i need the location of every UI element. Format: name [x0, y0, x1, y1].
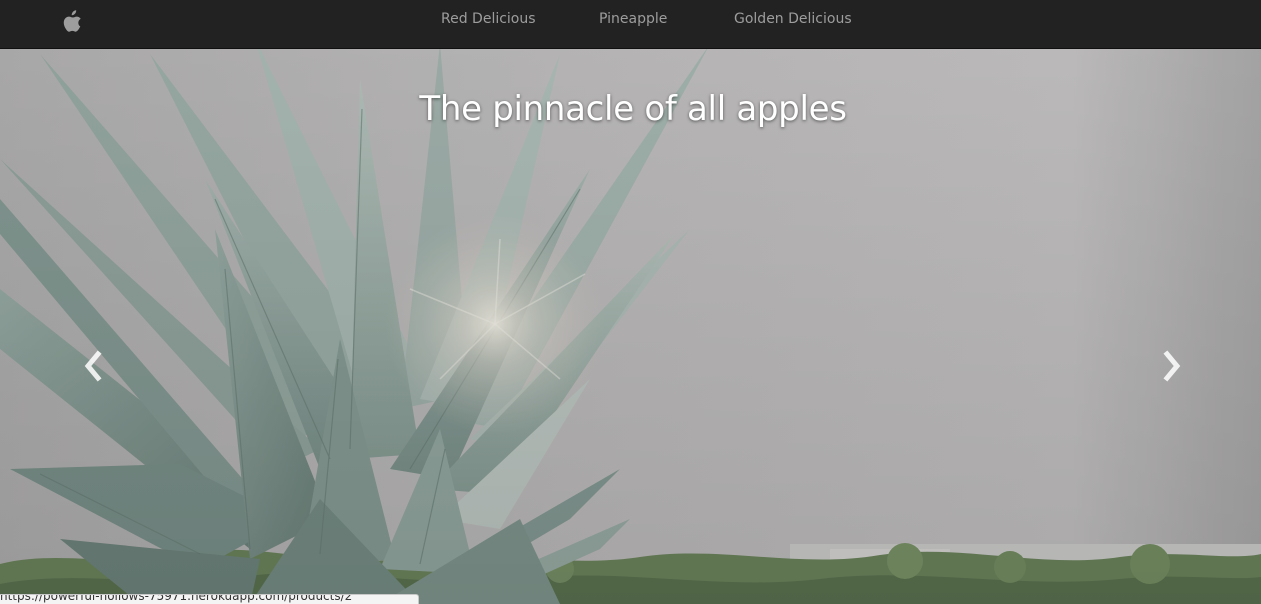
carousel-caption: The pinnacle of all apples — [419, 89, 847, 129]
chevron-right-icon — [1163, 350, 1181, 382]
chevron-left-icon — [84, 350, 102, 382]
nav-link-pineapple[interactable]: Pineapple — [599, 10, 667, 28]
nav-link-red-delicious[interactable]: Red Delicious — [441, 10, 536, 28]
browser-status-bar: https://powerful-hollows-75971.herokuapp… — [0, 594, 419, 604]
apple-icon — [63, 10, 81, 32]
carousel-prev-button[interactable] — [0, 49, 180, 604]
carousel-next-button[interactable] — [1081, 49, 1261, 604]
hero-carousel: The pinnacle of all apples — [0, 49, 1261, 604]
nav-link-golden-delicious[interactable]: Golden Delicious — [734, 10, 852, 28]
navbar: Red Delicious Pineapple Golden Delicious — [0, 0, 1261, 49]
status-url: https://powerful-hollows-75971.herokuapp… — [0, 594, 353, 603]
pineapple-photo — [0, 49, 1261, 604]
brand-link[interactable] — [62, 9, 84, 33]
